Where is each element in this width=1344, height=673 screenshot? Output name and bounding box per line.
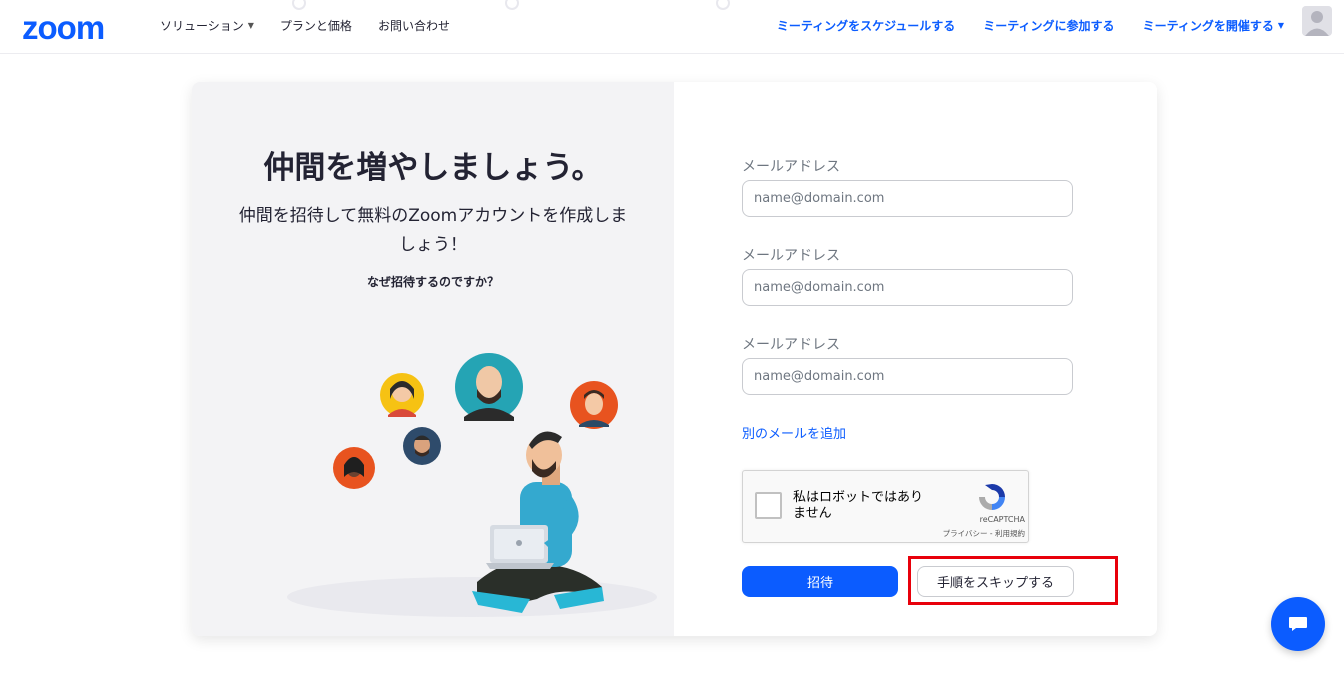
nav-pricing-label: プランと価格 xyxy=(279,19,352,33)
people-illustration xyxy=(287,353,657,617)
hero-subtitle: 仲間を招待して無料のZoomアカウントを作成しましょう！ xyxy=(238,206,628,255)
recaptcha-checkbox[interactable] xyxy=(755,492,782,519)
invite-card: 仲間を増やしましょう。 仲間を招待して無料のZoomアカウントを作成しましょう！… xyxy=(192,82,1157,636)
nav-host-meeting[interactable]: ミーティングを開催する ▼ xyxy=(1143,17,1284,34)
chevron-down-icon: ▼ xyxy=(1277,21,1284,30)
email-field-3[interactable] xyxy=(742,358,1073,395)
recaptcha-widget: 私はロボットではありません reCAPTCHA プライバシー - 利用規約 xyxy=(742,470,1029,543)
zoom-logo[interactable]: zoom xyxy=(22,9,105,47)
recaptcha-label: 私はロボットではありません xyxy=(793,490,924,521)
email-label-2: メールアドレス xyxy=(742,248,840,264)
email-label-1: メールアドレス xyxy=(742,159,840,175)
person-with-laptop-icon xyxy=(472,431,604,613)
avatar-woman-left-icon xyxy=(333,447,375,489)
email-field-2[interactable] xyxy=(742,269,1073,306)
nav-solutions-label: ソリューション xyxy=(160,19,244,33)
nav-schedule-meeting[interactable]: ミーティングをスケジュールする xyxy=(777,17,955,34)
nav-contact[interactable]: お問い合わせ xyxy=(378,17,450,34)
invite-form-panel: メールアドレス メールアドレス メールアドレス 別のメールを追加 私はロボットで… xyxy=(674,82,1157,636)
nav-solutions[interactable]: ソリューション ▼ xyxy=(160,17,254,34)
email-label-3: メールアドレス xyxy=(742,337,840,353)
top-nav: zoom ソリューション ▼ プランと価格 お問い合わせ ミーティングをスケジュ… xyxy=(0,0,1344,54)
chat-button[interactable] xyxy=(1271,597,1325,651)
progress-step-dot xyxy=(292,0,306,10)
progress-step-dot xyxy=(505,0,519,10)
nav-schedule-label: ミーティングをスケジュールする xyxy=(776,19,956,33)
nav-join-meeting[interactable]: ミーティングに参加する xyxy=(983,17,1114,34)
nav-right-menu: ミーティングをスケジュールする ミーティングに参加する ミーティングを開催する … xyxy=(777,17,1284,34)
recaptcha-brand: reCAPTCHA xyxy=(979,515,1025,524)
avatar-man-small-icon xyxy=(403,427,441,465)
chevron-down-icon: ▼ xyxy=(247,21,254,30)
why-invite-link[interactable]: なぜ招待するのですか？ xyxy=(192,273,674,290)
nav-host-label: ミーティングを開催する xyxy=(1142,19,1274,33)
skip-step-button[interactable]: 手順をスキップする xyxy=(917,566,1074,597)
page-title: 仲間を増やしましょう。 xyxy=(263,150,603,186)
chat-bubble-icon xyxy=(1289,617,1307,631)
avatar-man-right-icon xyxy=(570,381,618,429)
user-avatar-icon[interactable] xyxy=(1302,6,1332,36)
recaptcha-logo-icon xyxy=(979,484,1005,510)
invite-button[interactable]: 招待 xyxy=(742,566,898,597)
nav-contact-label: お問い合わせ xyxy=(377,19,450,33)
progress-step-dot xyxy=(716,0,730,10)
add-email-link[interactable]: 別のメールを追加 xyxy=(742,423,846,442)
nav-left-menu: ソリューション ▼ プランと価格 お問い合わせ xyxy=(160,17,450,34)
hero-panel: 仲間を増やしましょう。 仲間を招待して無料のZoomアカウントを作成しましょう！… xyxy=(192,82,674,636)
email-field-1[interactable] xyxy=(742,180,1073,217)
avatar-woman-icon xyxy=(380,373,424,417)
recaptcha-links[interactable]: プライバシー - 利用規約 xyxy=(893,528,1025,539)
nav-join-label: ミーティングに参加する xyxy=(983,19,1115,33)
avatar-bald-man-icon xyxy=(455,353,523,421)
nav-pricing[interactable]: プランと価格 xyxy=(280,17,352,34)
